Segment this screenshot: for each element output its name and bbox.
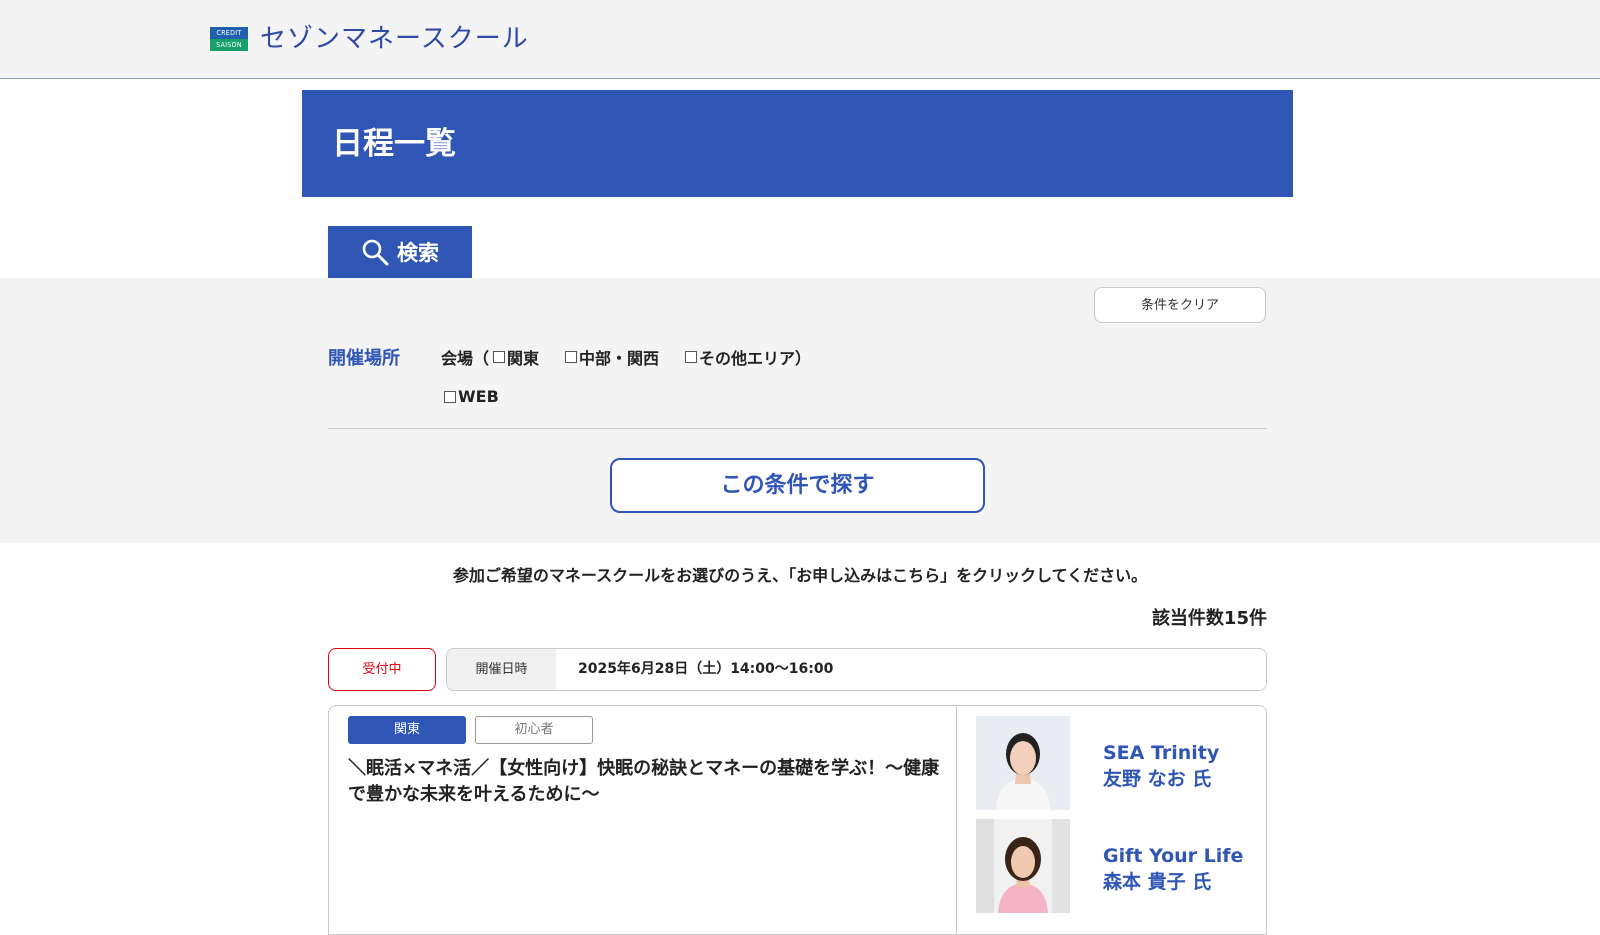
status-badge: 受付中	[328, 648, 436, 691]
search-tab[interactable]: 検索	[328, 226, 472, 278]
search-submit-button[interactable]: この条件で探す	[610, 458, 985, 513]
page-title-banner: 日程一覧	[302, 90, 1293, 197]
site-logo[interactable]: CREDIT SAISON セゾンマネースクール	[210, 25, 529, 53]
speaker-name: 森本 貴子 氏	[1103, 871, 1212, 893]
speaker-info: SEA Trinity 友野 なお 氏	[1103, 740, 1219, 792]
chubu-kansai-option-label: 中部・関西	[579, 349, 660, 368]
other-area-checkbox[interactable]	[685, 351, 698, 363]
level-tag: 初心者	[475, 716, 593, 744]
speaker-item: Gift Your Life 森本 貴子 氏	[976, 819, 1256, 913]
event-date-label: 開催日時	[447, 649, 556, 690]
event-date-value: 2025年6月28日（土）14:00〜16:00	[578, 661, 834, 677]
other-area-option-label: その他エリア）	[699, 349, 812, 368]
card-divider	[956, 706, 957, 934]
search-tab-label: 検索	[397, 241, 439, 265]
panel-divider	[328, 428, 1267, 429]
page-title: 日程一覧	[332, 126, 456, 162]
credit-saison-logo-mark: CREDIT SAISON	[210, 27, 248, 51]
venue-prefix-label: 会場（	[441, 349, 490, 368]
venue-options-row: 会場（ 関東 中部・関西 その他エリア）	[441, 345, 811, 369]
web-checkbox[interactable]	[444, 390, 456, 403]
seminar-title[interactable]: ＼眠活×マネ活／【女性向け】快眠の秘訣とマネーの基礎を学ぶ！〜健康で豊かな未来を…	[348, 756, 946, 808]
event-card[interactable]: 関東 初心者 ＼眠活×マネ活／【女性向け】快眠の秘訣とマネーの基礎を学ぶ！〜健康…	[328, 705, 1267, 935]
area-tag: 関東	[348, 716, 466, 744]
kanto-option-label: 関東	[507, 349, 540, 368]
result-count: 該当件数15件	[1151, 608, 1267, 629]
speaker-org: Gift Your Life	[1103, 845, 1244, 867]
kanto-checkbox[interactable]	[493, 351, 506, 363]
web-option-label: WEB	[458, 387, 499, 406]
logo-text: セゾンマネースクール	[260, 24, 529, 54]
speaker-info: Gift Your Life 森本 貴子 氏	[1103, 843, 1243, 895]
event-date-box: 開催日時 2025年6月28日（土）14:00〜16:00	[446, 648, 1267, 691]
search-panel: 条件をクリア 開催場所 会場（ 関東 中部・関西 その他エリア） WEB この条…	[0, 278, 1600, 543]
logo-mark-bottom: SAISON	[210, 39, 248, 51]
speaker-org: SEA Trinity	[1103, 742, 1220, 764]
search-icon	[362, 239, 389, 266]
site-header: CREDIT SAISON セゾンマネースクール	[0, 0, 1600, 79]
chubu-kansai-checkbox[interactable]	[565, 351, 578, 363]
speaker-photo	[976, 716, 1070, 810]
clear-conditions-button[interactable]: 条件をクリア	[1094, 287, 1266, 323]
venue-filter-label: 開催場所	[328, 348, 400, 369]
logo-mark-top: CREDIT	[210, 27, 248, 39]
web-option-row: WEB	[444, 387, 499, 406]
speaker-item: SEA Trinity 友野 なお 氏	[976, 716, 1256, 810]
instruction-text: 参加ご希望のマネースクールをお選びのうえ、「お申し込みはこちら」をクリックしてく…	[452, 566, 1148, 585]
speaker-name: 友野 なお 氏	[1103, 768, 1212, 790]
speaker-photo	[976, 819, 1070, 913]
